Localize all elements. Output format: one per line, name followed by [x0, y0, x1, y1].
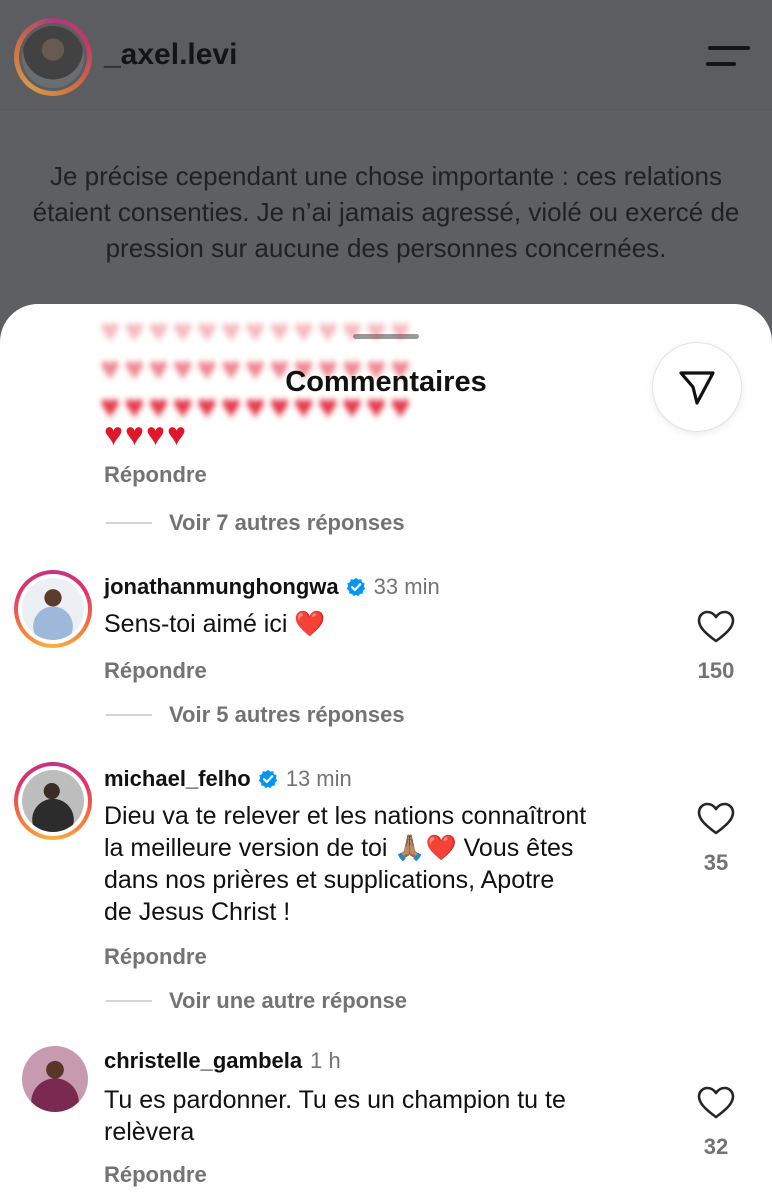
reply-button[interactable]: Répondre [104, 462, 207, 488]
divider [106, 1000, 152, 1002]
verified-badge-icon [258, 769, 277, 789]
share-button[interactable] [652, 342, 742, 432]
heart-emoji: ❤️ [294, 610, 326, 638]
avatar[interactable] [14, 762, 92, 840]
like-count: 32 [703, 1134, 729, 1159]
comment-username[interactable]: jonathanmunghongwa [104, 574, 339, 600]
comment-text-line: Dieu va te relever et les nations connaî… [104, 802, 587, 830]
view-more-replies[interactable]: Voir une autre réponse [106, 988, 407, 1014]
comment-time: 1 h [310, 1048, 341, 1073]
like-heart-icon[interactable] [697, 1086, 735, 1120]
view-more-replies-label: Voir une autre réponse [169, 988, 407, 1013]
reply-button[interactable]: Répondre [104, 658, 207, 684]
comments-sheet: ♥♥♥♥♥♥♥♥♥♥♥♥♥ ♥♥♥♥♥♥♥♥♥♥♥♥♥ ♥♥♥♥♥♥♥♥♥♥♥♥… [0, 304, 772, 1200]
like-count: 150 [697, 658, 735, 683]
comment-text: Sens-toi aimé ici ❤️ [104, 610, 326, 638]
menu-icon[interactable] [706, 44, 750, 68]
comment-username[interactable]: christelle_gambela [104, 1048, 302, 1074]
reply-button[interactable]: Répondre [104, 944, 207, 970]
verified-badge-icon [346, 577, 365, 597]
hearts-emoji-row: ♥♥♥♥ [104, 416, 188, 452]
divider [106, 714, 152, 716]
author-avatar[interactable] [14, 18, 92, 96]
comment-text-line: la meilleure version de toi 🙏🏽❤️ Vous êt… [104, 834, 574, 862]
view-more-replies-label: Voir 7 autres réponses [169, 510, 405, 535]
comment-text-line: de Jesus Christ ! [104, 898, 291, 926]
avatar[interactable] [22, 1046, 88, 1112]
comment-text-line: relèvera [104, 1118, 195, 1146]
view-more-replies-label: Voir 5 autres réponses [169, 702, 405, 727]
author-username[interactable]: _axel.levi [104, 38, 237, 72]
comment-text: Tu es pardonner. Tu es un champion tu te… [104, 1084, 664, 1148]
divider [106, 522, 152, 524]
like-heart-icon[interactable] [697, 610, 735, 644]
comment-text-line: dans nos prières et supplications, Apotr… [104, 866, 555, 894]
comment-text: Dieu va te relever et les nations connaî… [104, 800, 664, 928]
view-more-replies[interactable]: Voir 5 autres réponses [106, 702, 405, 728]
like-heart-icon[interactable] [697, 802, 735, 836]
comment-text-line: Tu es pardonner. Tu es un champion tu te [104, 1086, 566, 1114]
comment-time: 13 min [285, 766, 352, 791]
send-icon [679, 371, 715, 405]
comment-time: 33 min [373, 574, 440, 599]
view-more-replies[interactable]: Voir 7 autres réponses [106, 510, 405, 536]
reply-button[interactable]: Répondre [104, 1162, 207, 1188]
post-header: _axel.levi [0, 0, 772, 110]
post-caption: Je précise cependant une chose important… [32, 161, 740, 263]
comment-username[interactable]: michael_felho [104, 766, 251, 792]
like-count: 35 [703, 850, 729, 875]
avatar[interactable] [14, 570, 92, 648]
